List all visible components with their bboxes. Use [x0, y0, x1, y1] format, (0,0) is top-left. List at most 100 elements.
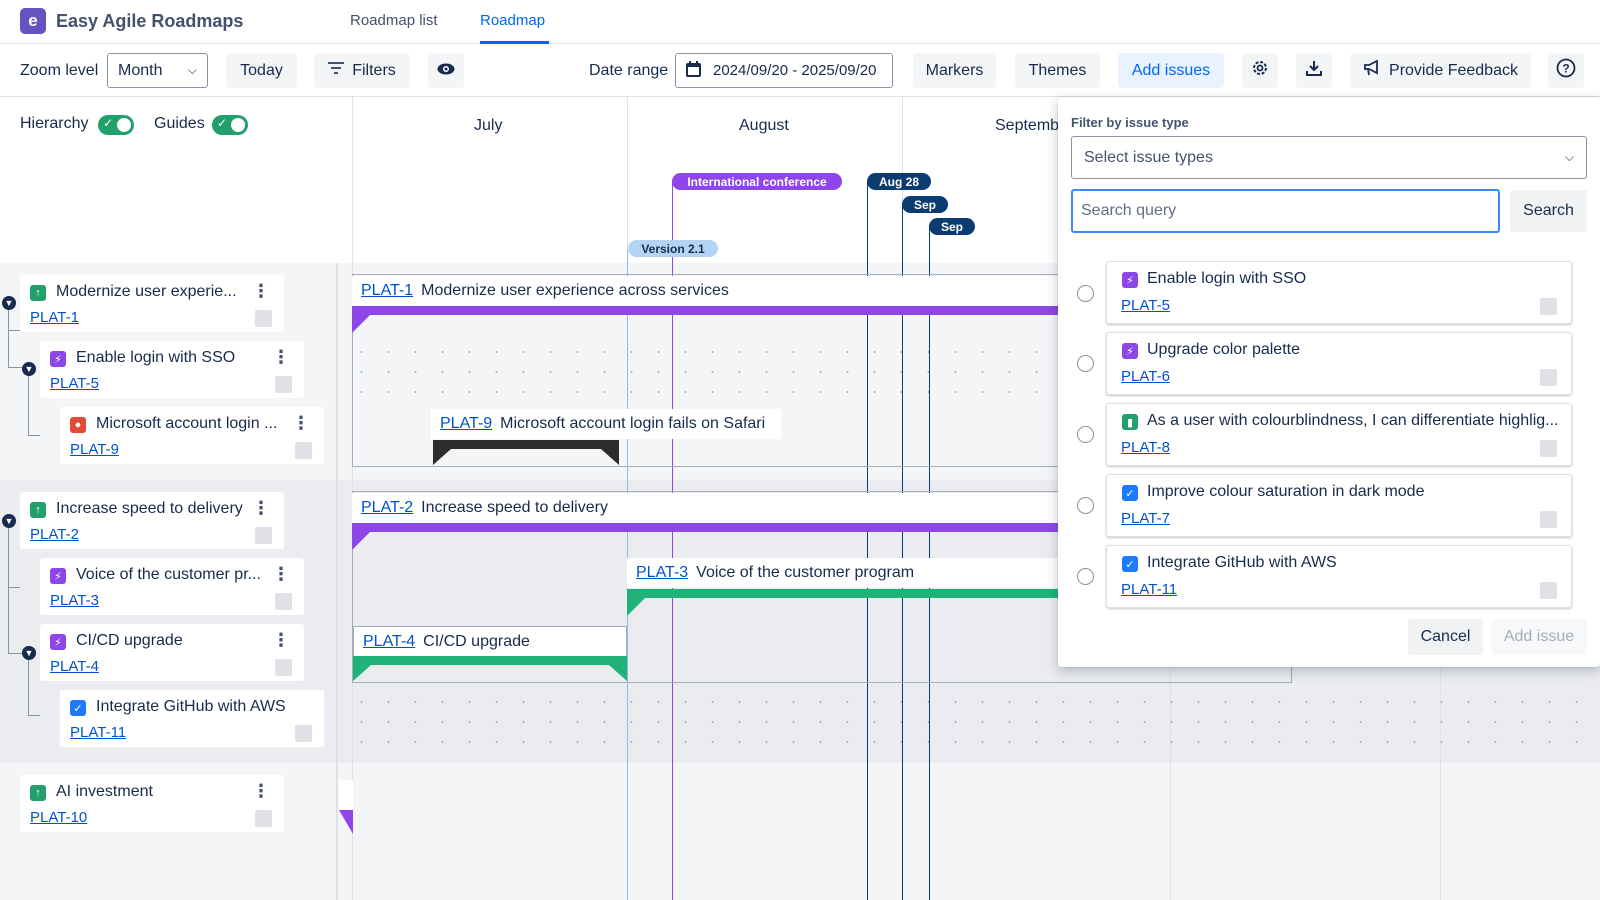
result-key-link[interactable]: PLAT-6: [1121, 368, 1170, 385]
more-menu-icon[interactable]: ⋮: [272, 630, 290, 651]
issue-key-link[interactable]: PLAT-3: [636, 564, 688, 582]
bar-plat-1[interactable]: PLAT-1 Modernize user experience across …: [352, 276, 1072, 306]
result-checkbox[interactable]: [1540, 369, 1557, 386]
bar-plat-3[interactable]: PLAT-3 Voice of the customer program: [627, 558, 1072, 588]
select-checkbox[interactable]: [275, 593, 292, 610]
filters-button[interactable]: Filters: [314, 53, 410, 88]
more-menu-icon[interactable]: ⋮: [252, 498, 270, 519]
result-checkbox[interactable]: [1540, 582, 1557, 599]
markers-button[interactable]: Markers: [913, 53, 996, 88]
today-button[interactable]: Today: [226, 53, 297, 88]
marker-international-conference[interactable]: International conference: [672, 173, 842, 190]
guides-toggle[interactable]: [212, 115, 248, 135]
issue-key-link[interactable]: PLAT-10: [30, 809, 87, 826]
marker-aug-28[interactable]: Aug 28: [867, 173, 931, 190]
result-card-plat-5[interactable]: ⚡ Enable login with SSO PLAT-5: [1106, 261, 1572, 324]
story-icon: ⚡: [50, 351, 66, 367]
result-key-link[interactable]: PLAT-8: [1121, 439, 1170, 456]
result-key-link[interactable]: PLAT-5: [1121, 297, 1170, 314]
marker-sep[interactable]: Sep: [902, 196, 948, 213]
more-menu-icon[interactable]: ⋮: [272, 347, 290, 368]
hierarchy-toggle[interactable]: [98, 115, 134, 135]
cancel-button[interactable]: Cancel: [1408, 619, 1483, 655]
issue-key-link[interactable]: PLAT-1: [361, 282, 413, 300]
result-radio[interactable]: [1077, 355, 1094, 372]
result-radio[interactable]: [1077, 497, 1094, 514]
bar-plat-9[interactable]: PLAT-9 Microsoft account login fails on …: [431, 409, 781, 439]
issue-key-link[interactable]: PLAT-5: [50, 375, 99, 392]
result-card-plat-7[interactable]: ✓ Improve colour saturation in dark mode…: [1106, 474, 1572, 537]
result-radio[interactable]: [1077, 285, 1094, 302]
result-card-plat-11[interactable]: ✓ Integrate GitHub with AWS PLAT-11: [1106, 545, 1572, 608]
marker-sep[interactable]: Sep: [929, 218, 975, 235]
download-button[interactable]: [1296, 53, 1332, 88]
issue-card-plat-2[interactable]: ↑ Increase speed to delivery PLAT-2 ⋮: [20, 492, 284, 549]
select-checkbox[interactable]: [275, 659, 292, 676]
result-checkbox[interactable]: [1540, 511, 1557, 528]
select-checkbox[interactable]: [255, 527, 272, 544]
select-checkbox[interactable]: [295, 725, 312, 742]
select-checkbox[interactable]: [255, 810, 272, 827]
more-menu-icon[interactable]: ⋮: [292, 413, 310, 434]
issue-title: Modernize user experie...: [56, 283, 237, 300]
issue-key-link[interactable]: PLAT-1: [30, 309, 79, 326]
date-range-picker[interactable]: 2024/09/20 - 2025/09/20: [675, 53, 893, 88]
visibility-button[interactable]: [428, 53, 464, 88]
marker-version-2-1[interactable]: Version 2.1: [628, 240, 718, 257]
issue-card-plat-9[interactable]: ● Microsoft account login ... PLAT-9 ⋮: [60, 407, 324, 464]
tab-roadmap[interactable]: Roadmap: [480, 12, 545, 29]
bar-progress-plat-3: [627, 589, 1072, 598]
issue-key-link[interactable]: PLAT-4: [50, 658, 99, 675]
issue-card-plat-1[interactable]: ↑ Modernize user experie... PLAT-1 ⋮: [20, 275, 284, 332]
result-key-link[interactable]: PLAT-11: [1121, 581, 1177, 598]
issue-key-link[interactable]: PLAT-3: [50, 592, 99, 609]
issue-title: Microsoft account login ...: [96, 415, 278, 432]
app-logo[interactable]: e: [20, 8, 46, 34]
result-radio[interactable]: [1077, 568, 1094, 585]
tab-roadmap-list[interactable]: Roadmap list: [350, 12, 438, 29]
more-menu-icon[interactable]: ⋮: [252, 281, 270, 302]
issue-key-link[interactable]: PLAT-4: [363, 633, 415, 651]
search-input[interactable]: [1071, 189, 1500, 233]
bar-start-flag: [352, 315, 370, 333]
result-card-plat-8[interactable]: ▮ As a user with colourblindness, I can …: [1106, 403, 1572, 466]
more-menu-icon[interactable]: ⋮: [272, 564, 290, 585]
issue-card-plat-10[interactable]: ↑ AI investment PLAT-10 ⋮: [20, 775, 284, 832]
collapse-toggle[interactable]: ▼: [2, 514, 16, 528]
provide-feedback-button[interactable]: Provide Feedback: [1350, 53, 1531, 88]
themes-button[interactable]: Themes: [1015, 53, 1100, 88]
collapse-toggle[interactable]: ▼: [22, 646, 36, 660]
bar-plat-4[interactable]: PLAT-4 CI/CD upgrade: [353, 626, 627, 656]
issue-card-plat-5[interactable]: ⚡ Enable login with SSO PLAT-5 ⋮: [40, 341, 304, 398]
result-title: Improve colour saturation in dark mode: [1147, 483, 1425, 500]
issue-key-link[interactable]: PLAT-9: [440, 415, 492, 433]
result-key-link[interactable]: PLAT-7: [1121, 510, 1170, 527]
settings-button[interactable]: [1242, 53, 1278, 88]
collapse-toggle[interactable]: ▼: [2, 296, 16, 310]
select-checkbox[interactable]: [255, 310, 272, 327]
issue-card-plat-11[interactable]: ✓ Integrate GitHub with AWS PLAT-11: [60, 690, 324, 747]
zoom-level-select[interactable]: Month ⌵: [107, 53, 208, 88]
issue-key-link[interactable]: PLAT-2: [361, 499, 413, 517]
add-issues-button[interactable]: Add issues: [1118, 53, 1224, 88]
bar-plat-2[interactable]: PLAT-2 Increase speed to delivery: [352, 493, 1072, 523]
issue-card-plat-3[interactable]: ⚡ Voice of the customer pr... PLAT-3 ⋮: [40, 558, 304, 615]
result-card-plat-6[interactable]: ⚡ Upgrade color palette PLAT-6: [1106, 332, 1572, 395]
add-issue-button[interactable]: Add issue: [1491, 619, 1587, 655]
help-button[interactable]: ?: [1548, 53, 1584, 88]
collapse-toggle[interactable]: ▼: [22, 362, 36, 376]
more-menu-icon[interactable]: ⋮: [252, 781, 270, 802]
result-checkbox[interactable]: [1540, 440, 1557, 457]
issue-key-link[interactable]: PLAT-2: [30, 526, 79, 543]
search-button[interactable]: Search: [1510, 190, 1587, 232]
result-radio[interactable]: [1077, 426, 1094, 443]
task-checkbox-icon: ✓: [1122, 485, 1138, 501]
issue-type-select[interactable]: Select issue types ⌵: [1071, 136, 1587, 179]
result-checkbox[interactable]: [1540, 298, 1557, 315]
issue-key-link[interactable]: PLAT-11: [70, 724, 126, 741]
issue-key-link[interactable]: PLAT-9: [70, 441, 119, 458]
select-checkbox[interactable]: [295, 442, 312, 459]
select-checkbox[interactable]: [275, 376, 292, 393]
month-label: July: [474, 117, 503, 134]
issue-card-plat-4[interactable]: ⚡ CI/CD upgrade PLAT-4 ⋮: [40, 624, 304, 681]
